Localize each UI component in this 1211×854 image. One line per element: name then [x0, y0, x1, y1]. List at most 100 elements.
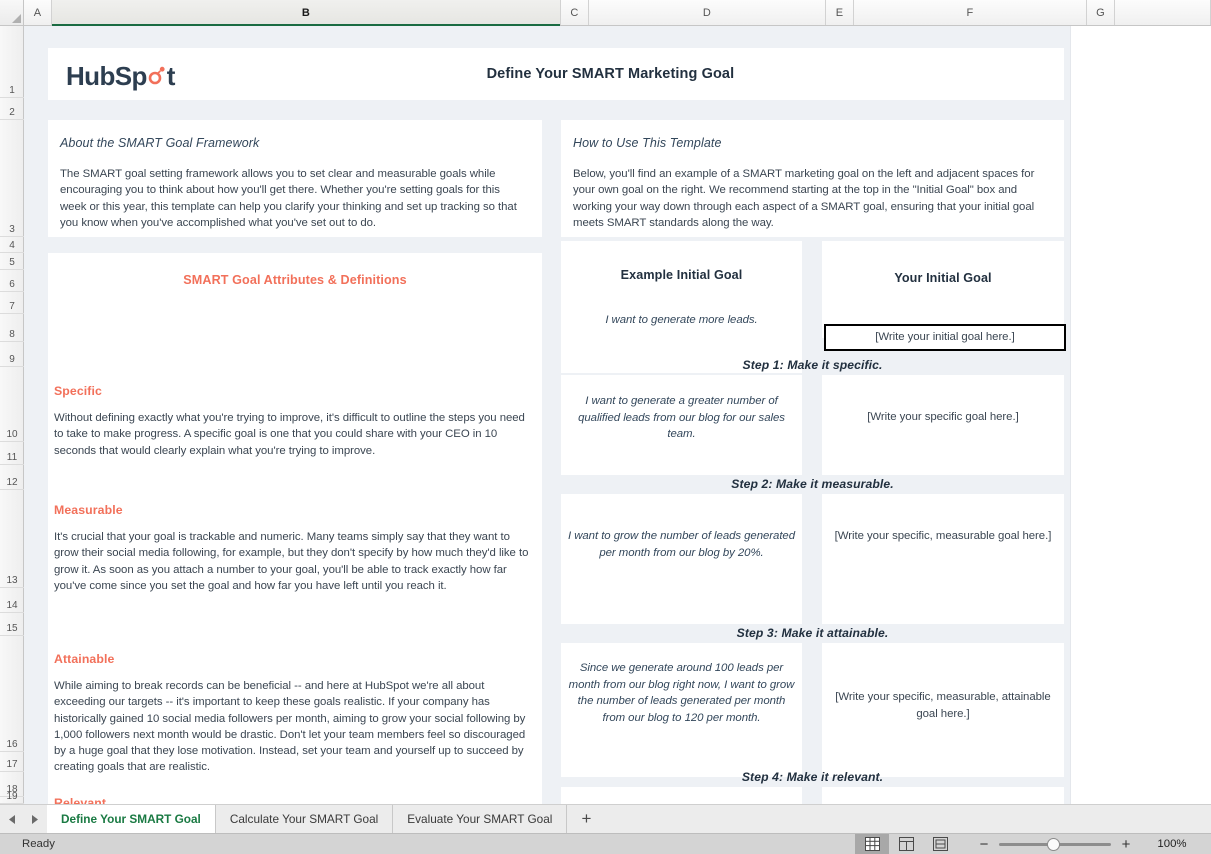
your-goal-heading: Your Initial Goal [822, 271, 1064, 285]
your-step-1-placeholder: [Write your specific goal here.] [822, 409, 1064, 426]
page-layout-icon [899, 837, 914, 851]
sheet-tab-navigation [0, 805, 47, 833]
step-1-label: Step 1: Make it specific. [561, 358, 1064, 372]
zoom-slider-thumb[interactable] [1047, 838, 1060, 851]
normal-view-button[interactable] [855, 834, 889, 854]
attribute-term-attainable: Attainable [54, 652, 534, 666]
plus-icon: + [581, 809, 591, 829]
row-header-1[interactable]: 1 [0, 26, 24, 98]
attribute-definition-specific: Without defining exactly what you're try… [54, 410, 534, 459]
page-break-view-button[interactable] [923, 834, 957, 854]
example-initial-goal-text: I want to generate more leads. [561, 312, 802, 329]
row-header-5[interactable]: 5 [0, 253, 24, 270]
attribute-block-relevant: Relevant [54, 796, 534, 804]
row-header-10[interactable]: 10 [0, 367, 24, 442]
step-3-label: Step 3: Make it attainable. [561, 626, 1064, 640]
zoom-level-label[interactable]: 100% [1141, 838, 1203, 850]
example-step-2-card: I want to grow the number of leads gener… [561, 494, 802, 624]
row-header-16[interactable]: 16 [0, 636, 24, 752]
attribute-block-specific: Specific Without defining exactly what y… [54, 384, 534, 459]
previous-sheet-icon[interactable] [8, 814, 17, 825]
row-header-17[interactable]: 17 [0, 752, 24, 772]
row-header-3[interactable]: 3 [0, 120, 24, 237]
column-header-e[interactable]: E [826, 0, 854, 25]
hubspot-logo: HubSpt [66, 59, 175, 89]
how-to-use-card: How to Use This Template Below, you'll f… [561, 120, 1064, 237]
status-bar: Ready [0, 833, 1211, 854]
next-sheet-icon[interactable] [30, 814, 39, 825]
row-header-7[interactable]: 7 [0, 292, 24, 314]
your-step-4-card[interactable] [822, 787, 1064, 804]
row-header-column: 12345678910111213141516171819 [0, 26, 24, 804]
row-header-2[interactable]: 2 [0, 98, 24, 120]
title-card: HubSpt Define Your SMART Marketing Goal [48, 48, 1064, 100]
your-initial-goal-input[interactable]: [Write your initial goal here.] [824, 324, 1066, 351]
logo-text-right: t [167, 63, 175, 89]
column-header-blank[interactable] [1115, 0, 1211, 25]
row-header-14[interactable]: 14 [0, 588, 24, 613]
step-4-label: Step 4: Make it relevant. [561, 770, 1064, 784]
your-initial-goal-placeholder: [Write your initial goal here.] [875, 329, 1014, 346]
sheet-tab-evaluate[interactable]: Evaluate Your SMART Goal [393, 805, 567, 833]
step-2-label: Step 2: Make it measurable. [561, 477, 1064, 491]
your-step-3-placeholder: [Write your specific, measurable, attain… [822, 689, 1064, 722]
sheet-tab-calculate[interactable]: Calculate Your SMART Goal [216, 805, 393, 833]
row-header-15[interactable]: 15 [0, 613, 24, 636]
zoom-in-button[interactable]: + [1111, 836, 1141, 853]
row-header-19[interactable]: 19 [0, 797, 24, 804]
your-step-2-placeholder: [Write your specific, measurable goal he… [822, 528, 1064, 545]
about-framework-body: The SMART goal setting framework allows … [60, 166, 528, 232]
row-header-4[interactable]: 4 [0, 237, 24, 253]
select-all-triangle-icon [12, 14, 21, 23]
row-header-6[interactable]: 6 [0, 270, 24, 292]
column-header-b[interactable]: B [52, 0, 561, 25]
example-step-4-card [561, 787, 802, 804]
sheet-tabs-bar: Define Your SMART Goal Calculate Your SM… [0, 804, 1211, 833]
hubspot-sprocket-icon [147, 59, 167, 85]
status-text: Ready [22, 838, 55, 850]
attribute-definition-attainable: While aiming to break records can be ben… [54, 678, 534, 776]
column-header-c[interactable]: C [561, 0, 589, 25]
select-all-corner[interactable] [0, 0, 24, 25]
smart-attributes-panel: SMART Goal Attributes & Definitions Spec… [48, 253, 542, 804]
your-step-3-card[interactable]: [Write your specific, measurable, attain… [822, 643, 1064, 777]
page-layout-view-button[interactable] [889, 834, 923, 854]
example-goal-heading: Example Initial Goal [561, 268, 802, 282]
your-step-2-card[interactable]: [Write your specific, measurable goal he… [822, 494, 1064, 624]
sheet-tab-define[interactable]: Define Your SMART Goal [47, 805, 216, 833]
attribute-term-specific: Specific [54, 384, 534, 398]
row-header-9[interactable]: 9 [0, 342, 24, 367]
sheet-tab-define-label: Define Your SMART Goal [61, 812, 201, 826]
attributes-panel-heading: SMART Goal Attributes & Definitions [48, 253, 542, 287]
sheet-tab-calculate-label: Calculate Your SMART Goal [230, 812, 378, 826]
example-step-1-card: I want to generate a greater number of q… [561, 375, 802, 475]
zoom-slider[interactable] [999, 843, 1111, 846]
column-header-f[interactable]: F [854, 0, 1087, 25]
example-step-1-text: I want to generate a greater number of q… [561, 393, 802, 443]
sheet-canvas[interactable]: HubSpt Define Your SMART Marketing Goal … [24, 26, 1211, 804]
column-header-a[interactable]: A [24, 0, 52, 25]
row-header-13[interactable]: 13 [0, 490, 24, 588]
grid-icon [865, 837, 880, 851]
your-step-1-card[interactable]: [Write your specific goal here.] [822, 375, 1064, 475]
column-header-d[interactable]: D [589, 0, 826, 25]
gridline [1070, 26, 1071, 804]
sheet-tab-evaluate-label: Evaluate Your SMART Goal [407, 812, 552, 826]
column-header-g[interactable]: G [1087, 0, 1115, 25]
example-step-3-card: Since we generate around 100 leads per m… [561, 643, 802, 777]
example-initial-goal-card: Example Initial Goal I want to generate … [561, 241, 802, 373]
row-header-12[interactable]: 12 [0, 465, 24, 490]
attribute-definition-measurable: It's crucial that your goal is trackable… [54, 529, 534, 594]
page-break-icon [933, 837, 948, 851]
row-header-11[interactable]: 11 [0, 442, 24, 465]
example-step-3-text: Since we generate around 100 leads per m… [561, 660, 802, 726]
attribute-block-measurable: Measurable It's crucial that your goal i… [54, 503, 534, 594]
zoom-out-button[interactable]: − [969, 836, 999, 853]
page-title: Define Your SMART Marketing Goal [175, 66, 1046, 82]
row-header-8[interactable]: 8 [0, 314, 24, 342]
about-framework-title: About the SMART Goal Framework [60, 136, 528, 150]
logo-text-left: HubSp [66, 63, 147, 89]
attribute-term-relevant: Relevant [54, 796, 534, 804]
attribute-term-measurable: Measurable [54, 503, 534, 517]
add-sheet-button[interactable]: + [567, 805, 605, 833]
